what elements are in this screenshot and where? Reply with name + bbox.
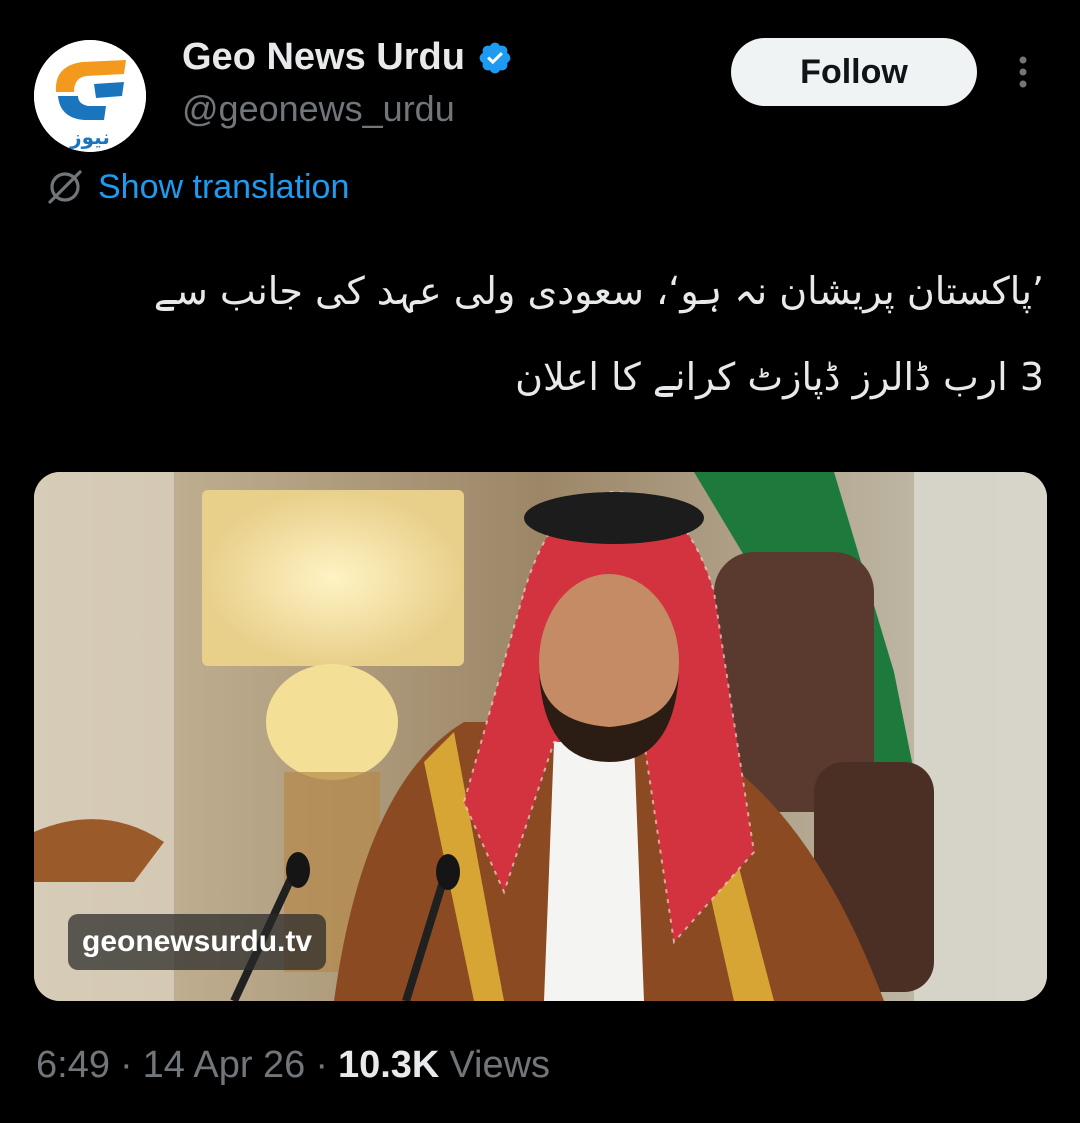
author-handle[interactable]: @geonews_urdu: [182, 88, 455, 130]
tweet-text: ’پاکستان پریشان نہ ہو‘، سعودی ولی عہد کی…: [44, 248, 1044, 420]
views-label: Views: [449, 1044, 551, 1086]
verified-badge-icon: [479, 42, 511, 73]
avatar-logo-text: نیوز: [69, 125, 110, 149]
translate-icon: [48, 170, 82, 204]
tweet-text-line-2: 3 ارب ڈالرز ڈپازٹ کرانے کا اعلان: [515, 355, 1044, 399]
tweet-time[interactable]: 6:49: [36, 1044, 110, 1087]
geo-logo-icon: نیوز: [34, 40, 146, 152]
views-count[interactable]: 10.3K: [338, 1044, 439, 1087]
author-name[interactable]: Geo News Urdu: [182, 36, 465, 79]
meta-separator: ·: [119, 1044, 133, 1086]
show-translation-label[interactable]: Show translation: [98, 168, 349, 207]
show-translation-link[interactable]: Show translation: [44, 166, 349, 208]
tweet-date[interactable]: 14 Apr 26: [143, 1044, 306, 1087]
meta-separator: ·: [315, 1044, 328, 1086]
more-icon[interactable]: [1006, 52, 1040, 92]
tweet-meta: 6:49 · 14 Apr 26 · 10.3K Views: [36, 1044, 550, 1087]
tweet-text-line-1: ’پاکستان پریشان نہ ہو‘، سعودی ولی عہد کی…: [153, 269, 1044, 313]
media-watermark: geonewsurdu.tv: [68, 914, 327, 970]
avatar[interactable]: نیوز: [34, 40, 146, 152]
follow-button[interactable]: Follow: [731, 38, 977, 106]
author-name-row[interactable]: Geo News Urdu: [182, 36, 513, 79]
tweet-page: نیوز Geo News Urdu @geonews_urdu Follow …: [0, 0, 1080, 1123]
